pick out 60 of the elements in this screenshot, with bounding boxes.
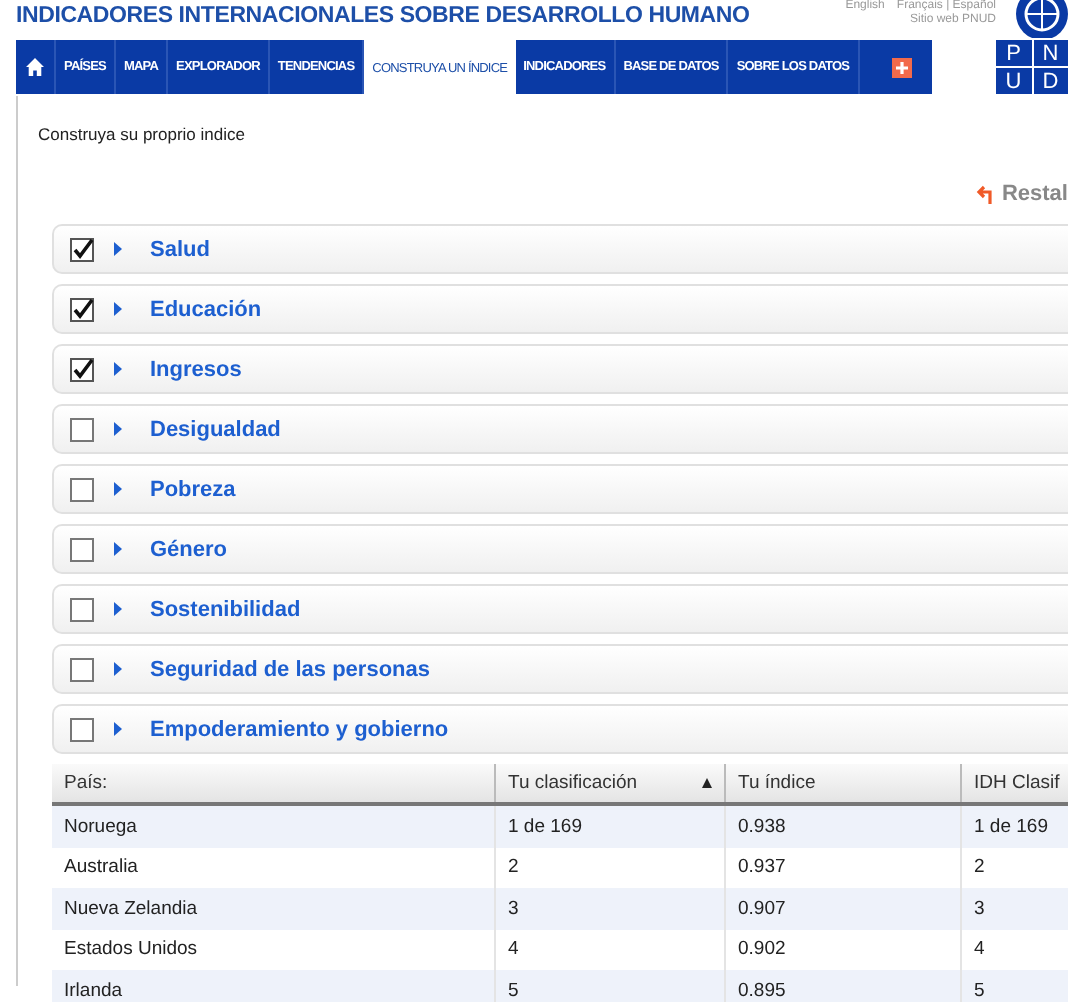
expand-icon[interactable] [114, 302, 122, 316]
checkbox[interactable] [70, 417, 94, 441]
dimension-label[interactable]: Seguridad de las personas [150, 657, 430, 681]
dimension-label[interactable]: Sostenibilidad [150, 597, 301, 621]
dimension-panel[interactable]: Género [52, 524, 1068, 574]
dimension-label[interactable]: Desigualdad [150, 417, 281, 441]
expand-icon[interactable] [114, 662, 122, 676]
table-cell: 1 de 169 [962, 806, 1068, 847]
sort-up-icon [702, 778, 712, 788]
dimension-label[interactable]: Educación [150, 297, 262, 321]
expand-icon[interactable] [114, 602, 122, 616]
dimension-panel[interactable]: Empoderamiento y gobierno [52, 704, 1068, 754]
checkbox[interactable] [70, 237, 94, 261]
checkbox[interactable] [70, 297, 94, 321]
dimension-panel[interactable]: Educación [52, 284, 1068, 334]
table-cell: 3 [496, 888, 726, 929]
checkbox[interactable] [70, 477, 94, 501]
undo-arrow-icon[interactable] [975, 184, 994, 204]
page-heading: Construya su proprio indice [36, 122, 247, 148]
expand-icon[interactable] [114, 362, 122, 376]
table-cell: 5 [496, 970, 726, 1002]
table-cell: 1 de 169 [496, 806, 726, 847]
dimension-label[interactable]: Empoderamiento y gobierno [150, 717, 449, 741]
column-header[interactable]: IDH Clasif [962, 764, 1068, 802]
dimension-panel[interactable]: Salud [52, 224, 1068, 274]
expand-icon[interactable] [114, 482, 122, 496]
emblem-icon [1016, 0, 1068, 40]
checkbox[interactable] [70, 657, 94, 681]
expand-icon[interactable] [114, 422, 122, 436]
dimension-label[interactable]: Pobreza [150, 477, 236, 501]
expand-icon[interactable] [114, 722, 122, 736]
dimension-panel[interactable]: Pobreza [52, 464, 1068, 514]
column-header[interactable]: Tu clasificación [496, 764, 726, 802]
dimension-panel[interactable]: Sostenibilidad [52, 584, 1068, 634]
table-cell: 5 [962, 970, 1068, 1002]
table-cell: Nueva Zelandia [52, 888, 496, 929]
table-cell: 3 [962, 888, 1068, 929]
column-header[interactable]: Tu índice [726, 764, 962, 802]
dimension-panel[interactable]: Desigualdad [52, 404, 1068, 454]
site-title: INDICADORES INTERNACIONALES SOBRE DESARROLLO HUMANO [16, 4, 750, 28]
column-header[interactable]: País: [52, 764, 496, 802]
table-cell: 0.938 [726, 806, 962, 847]
checkbox[interactable] [70, 537, 94, 561]
checkbox[interactable] [70, 357, 94, 381]
table-cell: 0.895 [726, 970, 962, 1002]
table-cell: Noruega [52, 806, 496, 847]
dimension-label[interactable]: Salud [150, 237, 210, 261]
dimension-label[interactable]: Ingresos [150, 357, 242, 381]
expand-icon[interactable] [114, 542, 122, 556]
expand-icon[interactable] [114, 242, 122, 256]
reset-link[interactable]: Restal [1001, 182, 1068, 206]
checkbox[interactable] [70, 717, 94, 741]
table-cell: Irlanda [52, 970, 496, 1002]
dimension-panel[interactable]: Ingresos [52, 344, 1068, 394]
dimension-panel[interactable]: Seguridad de las personas [52, 644, 1068, 694]
home-icon [26, 58, 44, 76]
table-cell: 0.907 [726, 888, 962, 929]
plus-icon [892, 57, 912, 77]
dimension-label[interactable]: Género [150, 537, 228, 561]
checkbox[interactable] [70, 597, 94, 621]
